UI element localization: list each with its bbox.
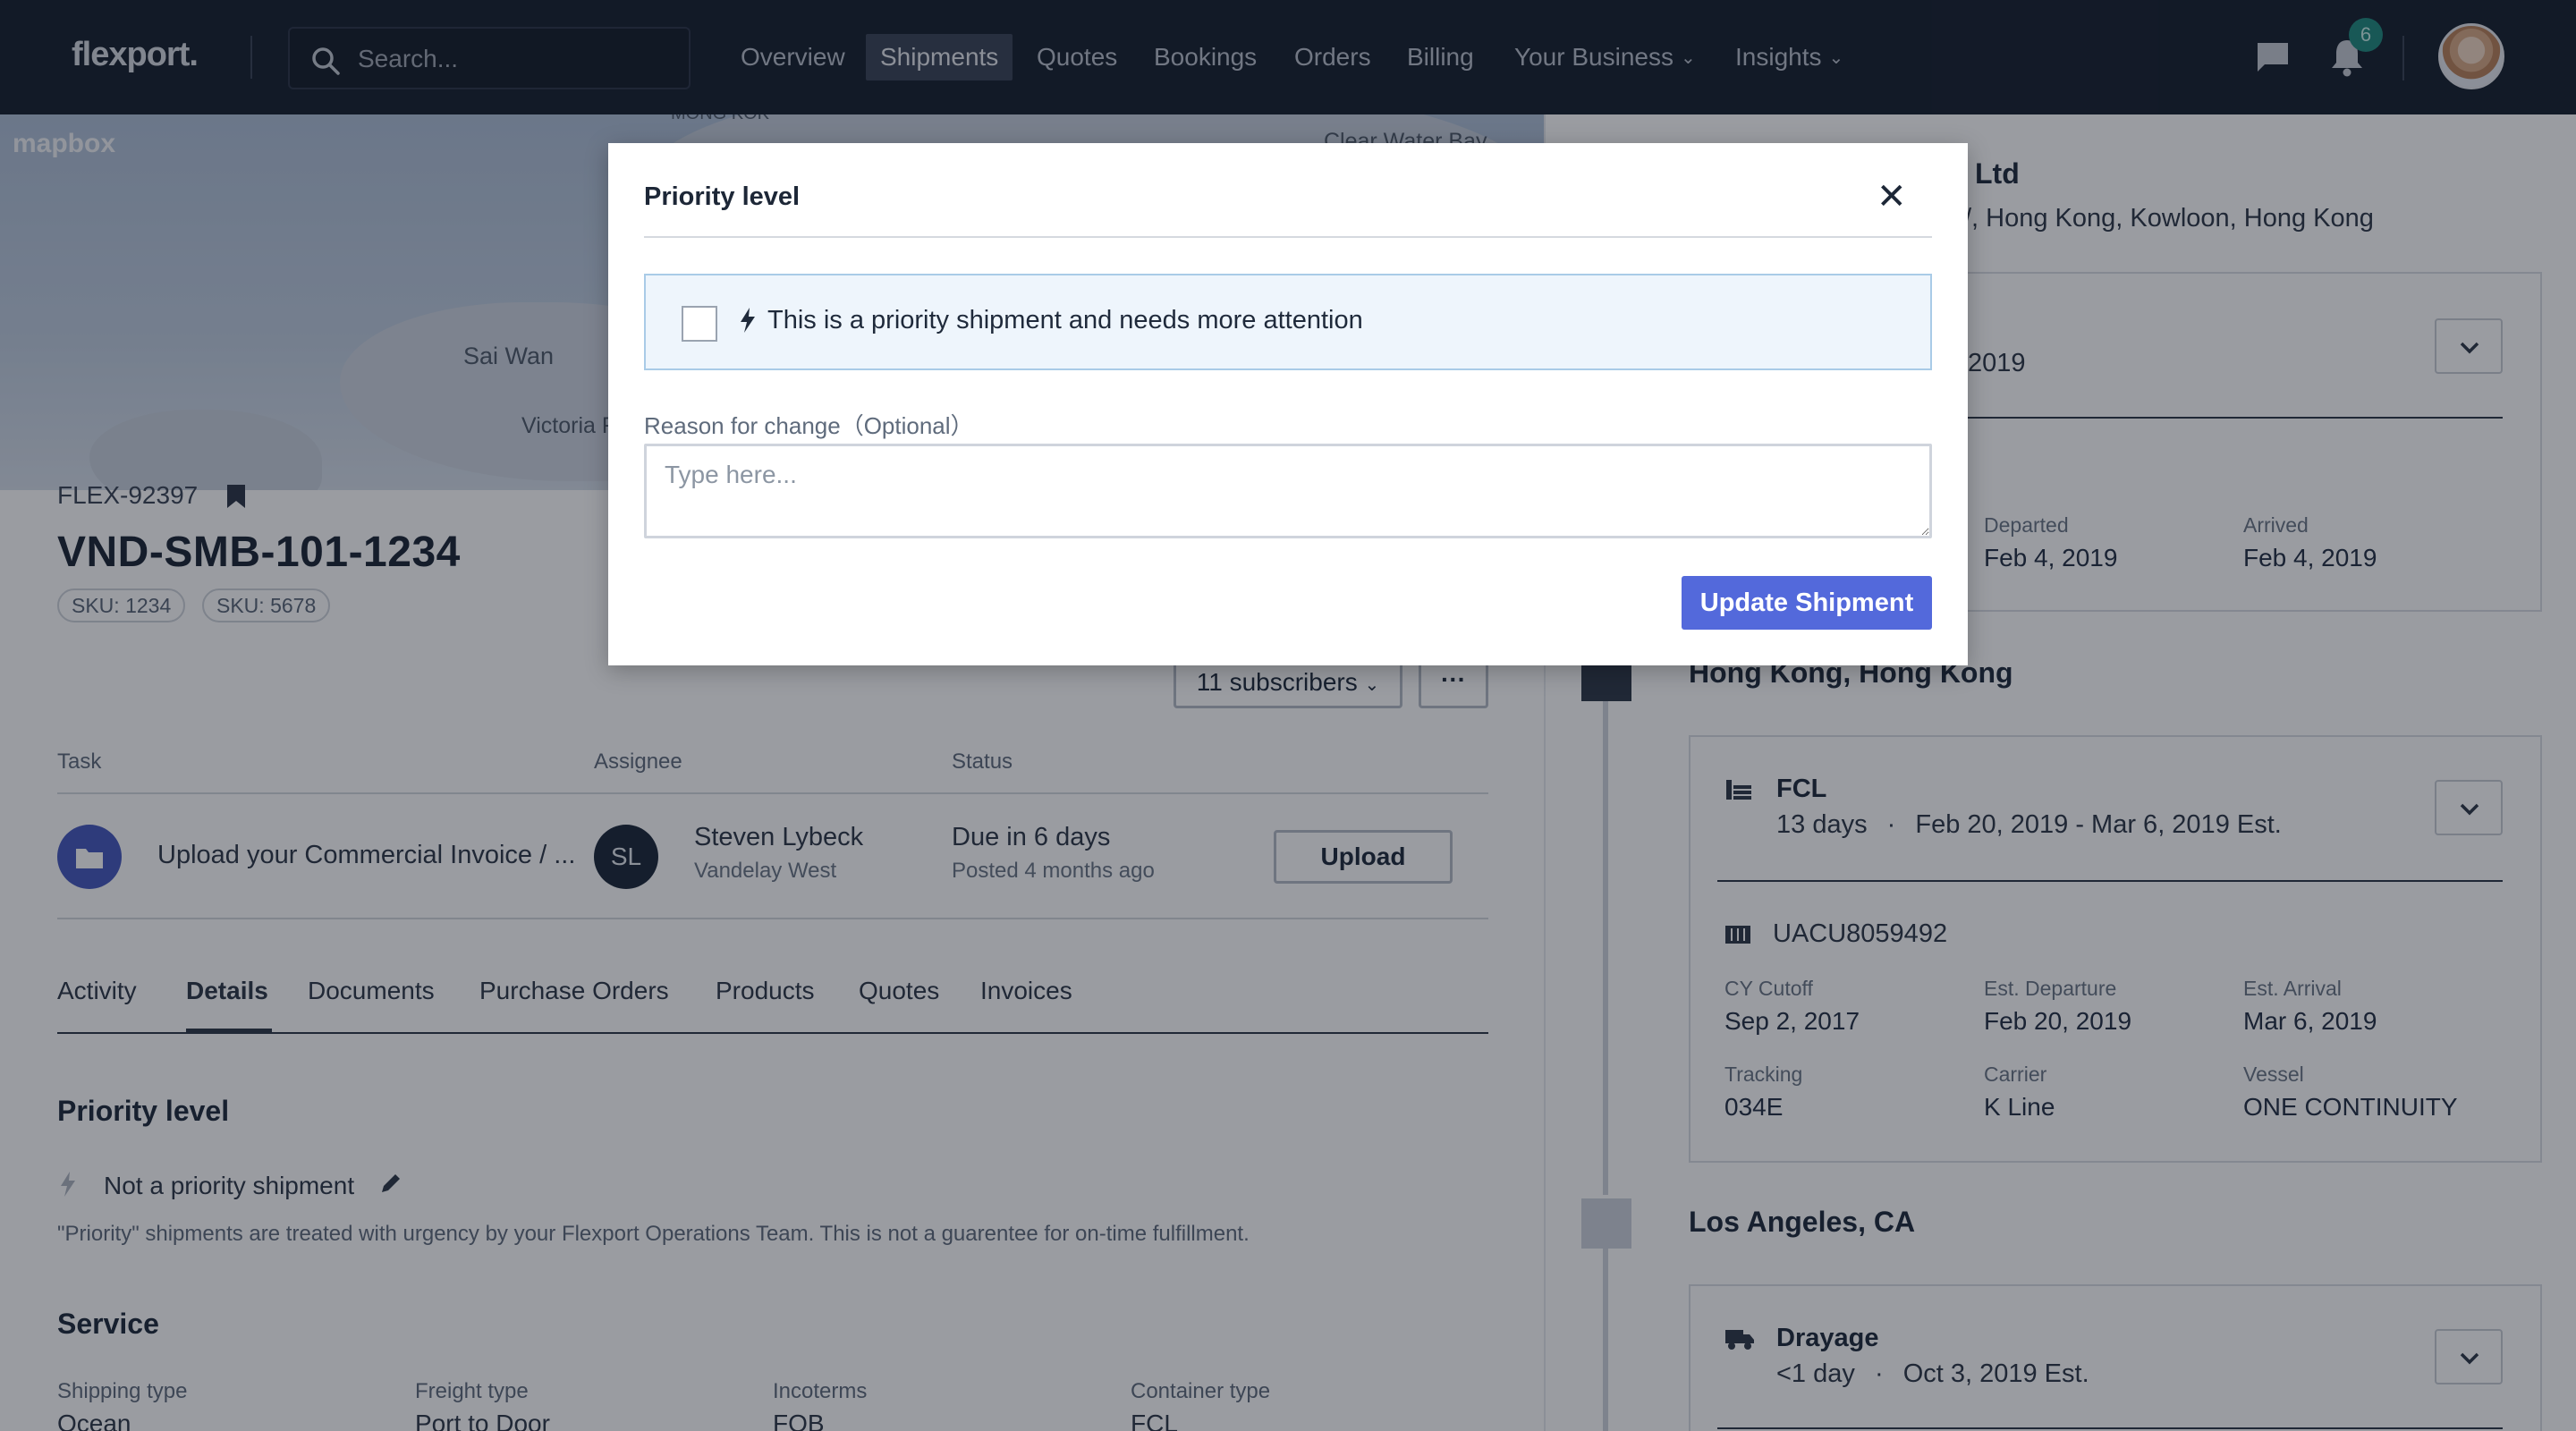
update-shipment-button[interactable]: Update Shipment <box>1682 576 1932 630</box>
reason-textarea[interactable] <box>644 444 1932 538</box>
priority-checkbox-label: This is a priority shipment and needs mo… <box>767 306 1363 334</box>
modal-divider <box>644 236 1932 238</box>
priority-level-modal: Priority level ✕ This is a priority ship… <box>608 143 1968 665</box>
reason-label: Reason for change（Optional） <box>644 412 974 439</box>
close-icon[interactable]: ✕ <box>1877 179 1907 215</box>
modal-title: Priority level <box>644 182 801 211</box>
priority-checkbox[interactable] <box>682 306 717 342</box>
bolt-icon <box>741 308 755 333</box>
priority-option[interactable]: This is a priority shipment and needs mo… <box>644 274 1932 370</box>
